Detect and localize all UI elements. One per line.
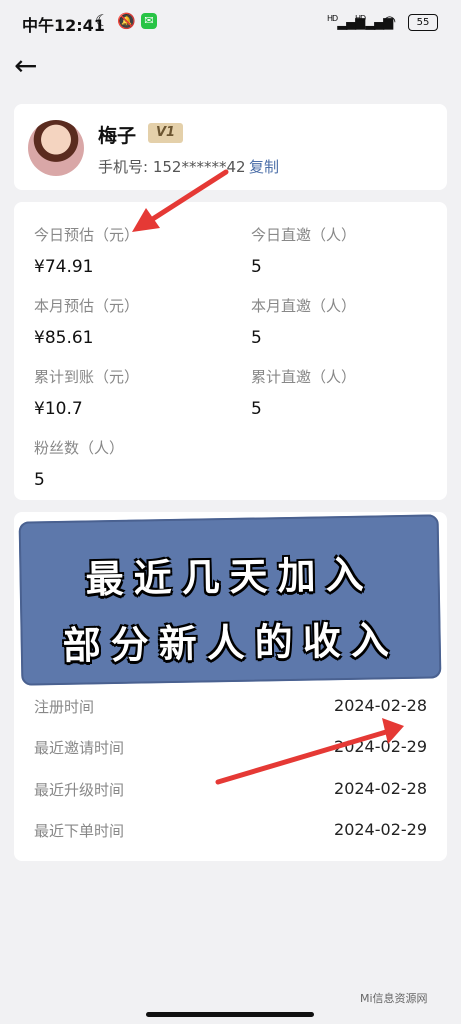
red-arrow-icon — [132, 169, 229, 232]
annotation-arrows — [132, 169, 404, 785]
watermark: Mi信息资源网 — [360, 992, 428, 1005]
red-arrow-icon — [215, 718, 404, 785]
home-indicator[interactable] — [146, 1012, 314, 1017]
